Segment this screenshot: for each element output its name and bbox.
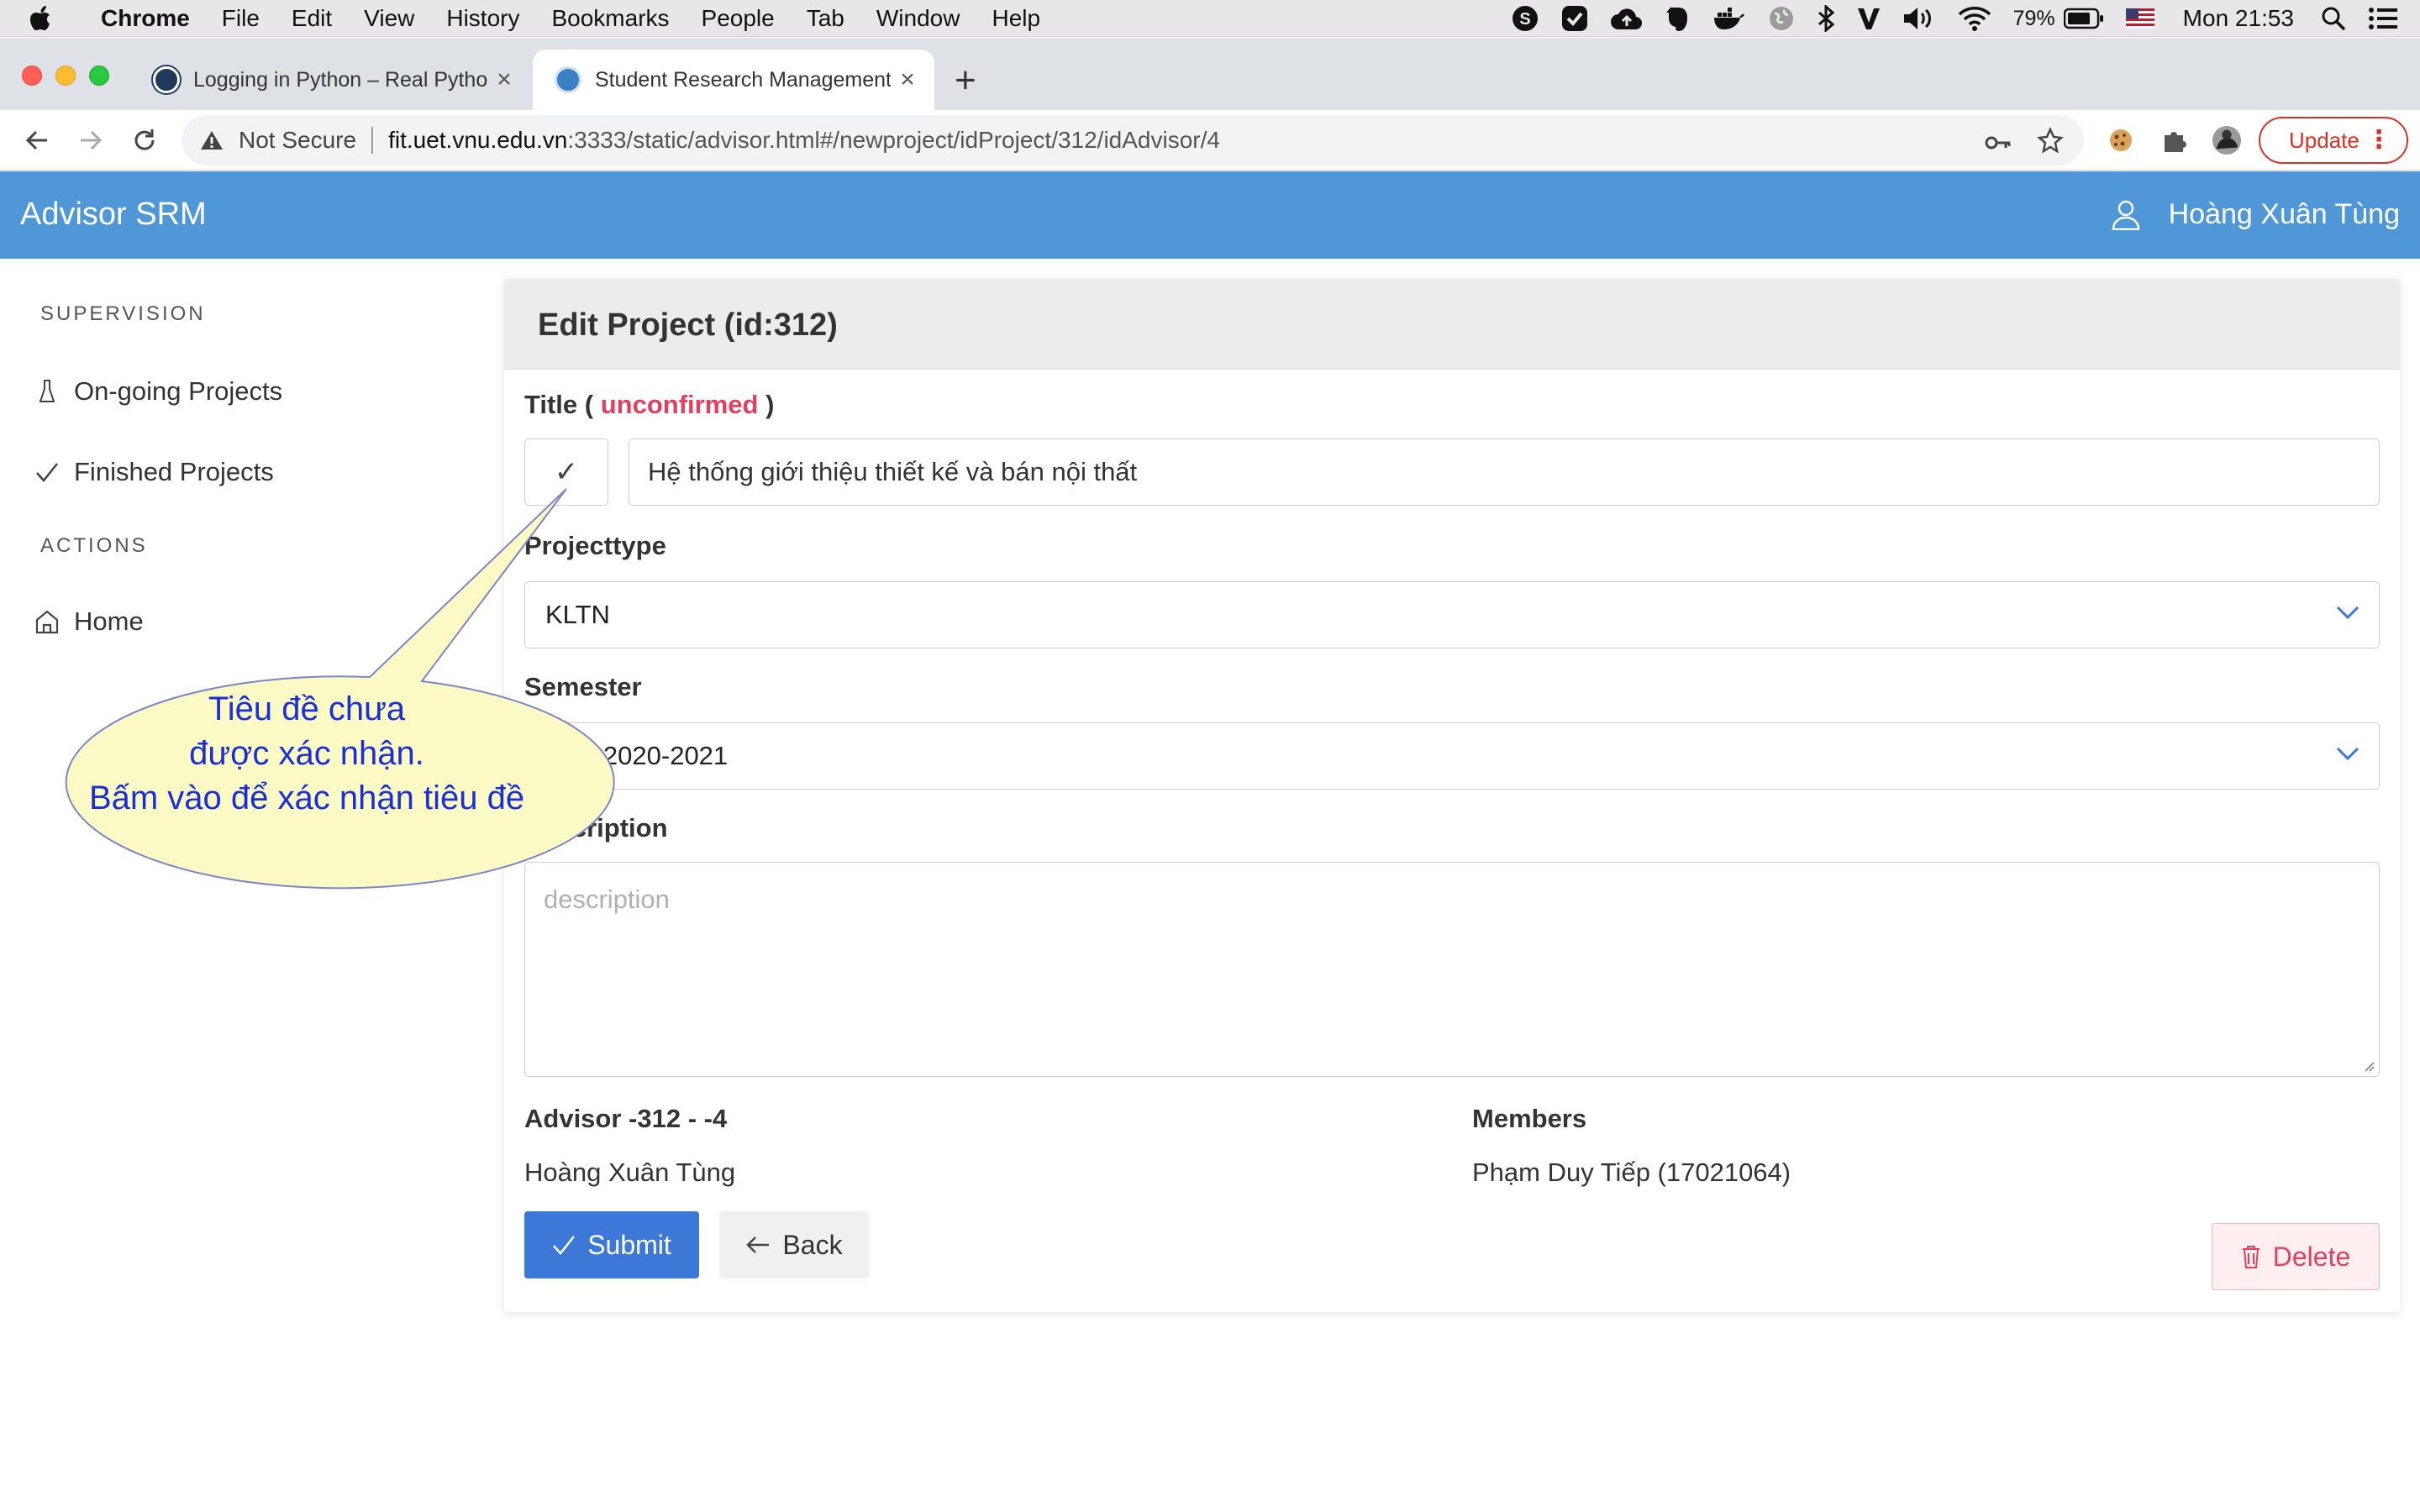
callout-line-2: được xác nhận. <box>189 735 424 772</box>
callout-text: Tiêu đề chưa được xác nhận. Bấm vào để x… <box>32 687 581 821</box>
callout-line-3: Bấm vào để xác nhận tiêu đề <box>88 780 525 816</box>
callout-line-1: Tiêu đề chưa <box>208 690 406 727</box>
